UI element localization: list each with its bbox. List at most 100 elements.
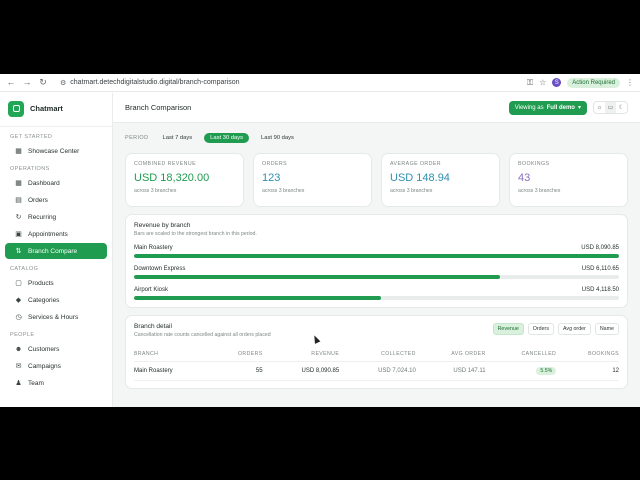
theme-switcher: ☼ ▭ ☾ bbox=[593, 101, 628, 114]
sort-avg-order-button[interactable]: Avg order bbox=[557, 323, 591, 335]
star-icon[interactable]: ☆ bbox=[539, 78, 546, 87]
forward-icon[interactable]: → bbox=[22, 78, 32, 88]
action-required-label: Action Required bbox=[572, 79, 615, 86]
clock-icon: ◷ bbox=[15, 313, 22, 321]
back-icon[interactable]: ← bbox=[6, 78, 16, 88]
cell-bookings: 12 bbox=[556, 361, 619, 381]
sidebar-item-team[interactable]: ♟ Team bbox=[5, 375, 107, 391]
users-icon: ☻ bbox=[14, 345, 23, 353]
kpi-sub: across 3 branches bbox=[134, 188, 177, 194]
branch-revenue: USD 6,110.65 bbox=[581, 266, 619, 272]
revenue-by-branch-card: Revenue by branch Bars are scaled to the… bbox=[125, 214, 628, 308]
letterbox-top bbox=[0, 0, 640, 74]
main-content: Branch Comparison Viewing as Full demo ▾… bbox=[113, 93, 640, 407]
sidebar-item-recurring[interactable]: ↻ Recurring bbox=[5, 209, 107, 225]
app-shell: Chatmart GET STARTED ▦ Showcase Center O… bbox=[0, 93, 640, 407]
kpi-sub: across 3 branches bbox=[518, 188, 561, 194]
cell-cancelled: 5.5% bbox=[485, 361, 557, 381]
sidebar-item-label: Team bbox=[28, 379, 44, 387]
kpi-orders: ORDERS 123 across 3 branches bbox=[253, 153, 372, 207]
browser-menu-icon[interactable]: ⋮ bbox=[626, 78, 634, 87]
section-label-catalog: CATALOG bbox=[10, 266, 39, 272]
sort-revenue-button[interactable]: Revenue bbox=[492, 323, 524, 335]
sidebar-item-label: Showcase Center bbox=[28, 147, 80, 155]
kpi-row: COMBINED REVENUE USD 18,320.00 across 3 … bbox=[125, 153, 628, 207]
kpi-average-order: AVERAGE ORDER USD 148.94 across 3 branch… bbox=[381, 153, 500, 207]
viewing-as-value: Full demo bbox=[546, 104, 575, 111]
sort-name-button[interactable]: Name bbox=[594, 323, 619, 335]
sort-buttons: Revenue Orders Avg order Name bbox=[492, 323, 619, 335]
period-label: PERIOD bbox=[125, 135, 149, 141]
sidebar-item-products[interactable]: ▢ Products bbox=[5, 275, 107, 291]
kpi-sub: across 3 branches bbox=[390, 188, 433, 194]
moon-icon[interactable]: ☾ bbox=[616, 102, 627, 113]
letterbox-bottom bbox=[0, 407, 640, 480]
document-icon: ▤ bbox=[15, 196, 22, 204]
grid-icon: ▦ bbox=[15, 179, 22, 187]
kpi-sub: across 3 branches bbox=[262, 188, 305, 194]
section-label-get-started: GET STARTED bbox=[10, 134, 53, 140]
kpi-bookings: BOOKINGS 43 across 3 branches bbox=[509, 153, 628, 207]
chevron-down-icon: ▾ bbox=[577, 105, 581, 111]
sidebar-item-services-hours[interactable]: ◷ Services & Hours bbox=[5, 309, 107, 325]
branch-revenue: USD 4,118.50 bbox=[581, 287, 619, 293]
key-icon[interactable]: ⚿ bbox=[527, 78, 533, 88]
site-info-icon[interactable]: ⚙ bbox=[60, 79, 66, 87]
tag-icon: ◆ bbox=[15, 296, 22, 304]
column-header[interactable]: AVG ORDER bbox=[415, 347, 486, 362]
sidebar-item-label: Recurring bbox=[28, 213, 57, 221]
content-area: PERIOD Last 7 days Last 30 days Last 90 … bbox=[113, 123, 640, 397]
card-subtitle: Bars are scaled to the strongest branch … bbox=[134, 231, 257, 237]
calendar-icon: ▣ bbox=[15, 230, 22, 238]
period-last-90-days[interactable]: Last 90 days bbox=[255, 133, 300, 143]
kpi-combined-revenue: COMBINED REVENUE USD 18,320.00 across 3 … bbox=[125, 153, 244, 207]
cell-avg-order: USD 147.11 bbox=[415, 361, 486, 381]
period-last-30-days[interactable]: Last 30 days bbox=[204, 133, 250, 143]
address-bar[interactable]: ⚙ chatmart.detechdigitalstudio.digital/b… bbox=[60, 79, 521, 87]
reload-icon[interactable]: ↻ bbox=[38, 78, 48, 88]
cell-orders: 55 bbox=[212, 361, 263, 381]
sidebar-item-appointments[interactable]: ▣ Appointments bbox=[5, 226, 107, 242]
sun-icon[interactable]: ☼ bbox=[594, 102, 605, 113]
compare-icon: ⇅ bbox=[15, 247, 22, 255]
sidebar-item-customers[interactable]: ☻ Customers bbox=[5, 341, 107, 357]
column-header[interactable]: COLLECTED bbox=[339, 347, 416, 362]
column-header[interactable]: ORDERS bbox=[212, 347, 263, 362]
card-title: Revenue by branch bbox=[134, 222, 191, 229]
period-last-7-days[interactable]: Last 7 days bbox=[157, 133, 199, 143]
sort-orders-button[interactable]: Orders bbox=[527, 323, 554, 335]
sidebar-item-categories[interactable]: ◆ Categories bbox=[5, 292, 107, 308]
cell-revenue: USD 8,090.85 bbox=[262, 361, 340, 381]
kpi-value: 123 bbox=[262, 172, 281, 184]
branch-name: Airport Kiosk bbox=[134, 287, 169, 293]
cell-branch: Main Roastery bbox=[134, 361, 213, 381]
bar-track bbox=[134, 254, 619, 258]
column-header[interactable]: REVENUE bbox=[262, 347, 340, 362]
viewing-as-prefix: Viewing as bbox=[514, 104, 544, 111]
sidebar-item-campaigns[interactable]: ✉ Campaigns bbox=[5, 358, 107, 374]
bar-track bbox=[134, 275, 619, 279]
section-label-people: PEOPLE bbox=[10, 332, 35, 338]
kpi-label: ORDERS bbox=[262, 161, 288, 167]
column-header[interactable]: BRANCH bbox=[134, 347, 213, 362]
table-row[interactable]: Main Roastery 55 USD 8,090.85 USD 7,024.… bbox=[134, 361, 619, 381]
profile-avatar[interactable]: S bbox=[552, 78, 562, 87]
browser-window: ← → ↻ ⚙ chatmart.detechdigitalstudio.dig… bbox=[0, 74, 640, 407]
monitor-icon[interactable]: ▭ bbox=[605, 102, 616, 113]
repeat-icon: ↻ bbox=[15, 213, 22, 221]
branch-detail-card: Branch detail Cancellation rate counts c… bbox=[125, 315, 628, 389]
sidebar-item-branch-compare[interactable]: ⇅ Branch Compare bbox=[5, 243, 107, 259]
branch-revenue: USD 8,090.85 bbox=[581, 245, 619, 251]
column-header[interactable]: CANCELLED bbox=[485, 347, 557, 362]
kpi-label: AVERAGE ORDER bbox=[390, 161, 442, 167]
sidebar-item-orders[interactable]: ▤ Orders bbox=[5, 192, 107, 208]
sidebar-item-dashboard[interactable]: ▦ Dashboard bbox=[5, 175, 107, 191]
sidebar-item-label: Orders bbox=[28, 196, 48, 204]
brand-name: Chatmart bbox=[30, 104, 63, 113]
viewing-as-button[interactable]: Viewing as Full demo ▾ bbox=[508, 100, 587, 115]
sidebar-item-showcase-center[interactable]: ▦ Showcase Center bbox=[5, 143, 107, 159]
brand[interactable]: Chatmart bbox=[0, 99, 112, 127]
column-header[interactable]: BOOKINGS bbox=[556, 347, 619, 362]
period-filter: PERIOD Last 7 days Last 30 days Last 90 … bbox=[125, 131, 628, 145]
action-required-button[interactable]: Action Required bbox=[567, 77, 620, 88]
